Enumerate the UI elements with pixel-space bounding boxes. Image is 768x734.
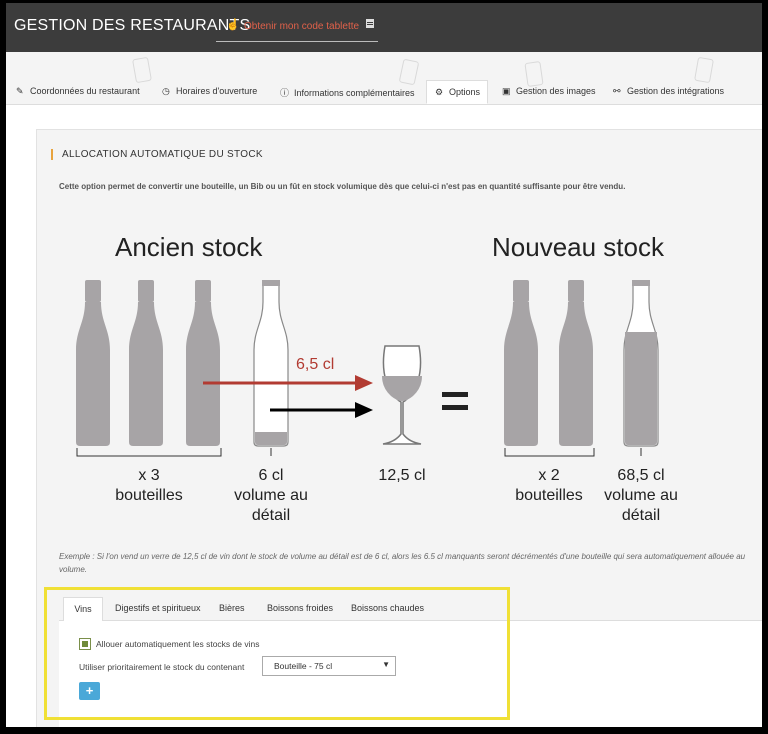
new-retail-bottle xyxy=(623,280,659,447)
top-bar: GESTION DES RESTAURANTS ☝ Obtenir mon co… xyxy=(6,3,762,52)
new-full-bottle-1 xyxy=(504,280,538,446)
old-retail-caption: 6 cl volume au détail xyxy=(234,467,308,524)
document-icon[interactable] xyxy=(366,19,374,28)
new-bottles-caption: x 2 bouteilles xyxy=(515,467,583,504)
tab-coordonnees[interactable]: ✎ Coordonnées du restaurant xyxy=(16,80,156,104)
tab-horaires[interactable]: ◷ Horaires d'ouverture xyxy=(162,80,272,104)
wine-glass xyxy=(382,345,422,445)
new-retail-caption: 68,5 cl volume au détail xyxy=(604,467,678,524)
example-text: Exemple : Si l'on vend un verre de 12,5 … xyxy=(59,552,746,574)
tab-bar: ✎ Coordonnées du restaurant ◷ Horaires d'o… xyxy=(6,52,762,105)
edit-icon: ✎ xyxy=(16,86,24,96)
tab-images[interactable]: ▣ Gestion des images xyxy=(502,80,602,104)
old-bottles-caption: x 3 bouteilles xyxy=(115,467,183,504)
arrow-label: 6,5 cl xyxy=(296,356,334,373)
old-full-bottle-1 xyxy=(76,280,110,446)
highlight-box xyxy=(44,587,510,720)
equals-sign xyxy=(442,392,468,410)
tab-options[interactable]: ⚙ Options xyxy=(426,80,488,104)
info-icon: ⓘ xyxy=(280,88,290,98)
link-icon: ⚯ xyxy=(613,86,621,96)
new-full-bottle-2 xyxy=(559,280,593,446)
old-full-bottle-2 xyxy=(129,280,163,446)
tab-integrations[interactable]: ⚯ Gestion des intégrations xyxy=(613,80,733,104)
gear-icon: ⚙ xyxy=(435,87,444,97)
clock-icon: ◷ xyxy=(162,86,170,96)
caption-brackets xyxy=(76,448,642,457)
app-title: GESTION DES RESTAURANTS xyxy=(14,17,251,34)
tablet-code-label: Obtenir mon code tablette xyxy=(244,21,360,32)
new-stock-title: Nouveau stock xyxy=(492,232,664,262)
old-retail-bottle xyxy=(253,280,289,447)
tablet-code-link[interactable]: ☝ Obtenir mon code tablette xyxy=(216,13,378,42)
glass-caption: 12,5 cl xyxy=(378,467,426,484)
image-icon: ▣ xyxy=(502,86,511,96)
hand-pointer-icon: ☝ xyxy=(226,19,240,31)
tab-informations[interactable]: ⓘ Informations complémentaires xyxy=(280,80,420,104)
old-full-bottle-3 xyxy=(186,280,220,446)
old-stock-title: Ancien stock xyxy=(115,232,263,262)
